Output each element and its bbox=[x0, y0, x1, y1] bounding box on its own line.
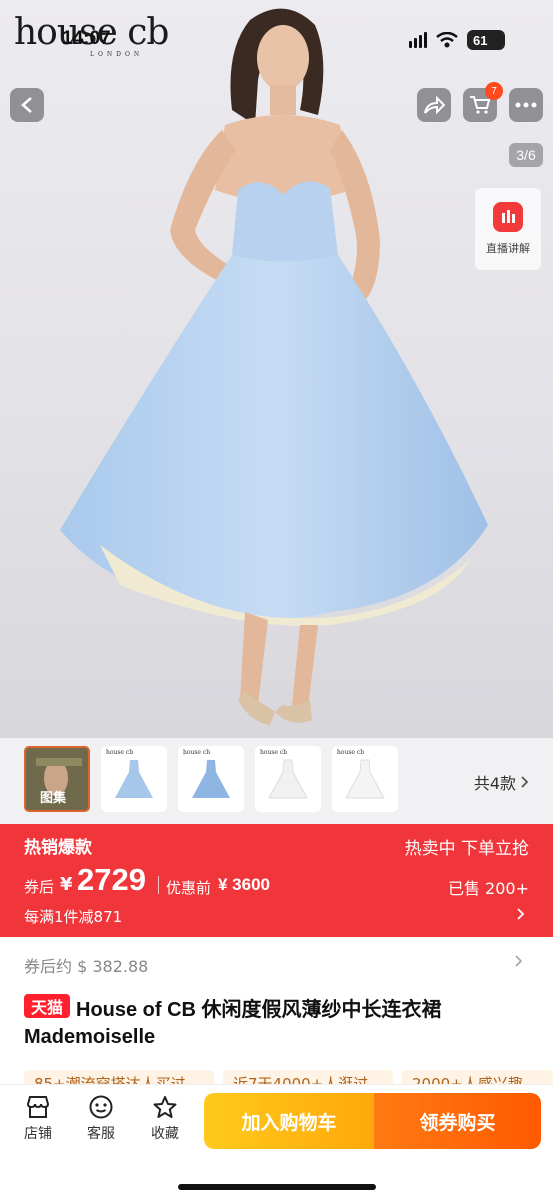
tmall-badge: 天猫 bbox=[24, 994, 70, 1018]
home-indicator[interactable] bbox=[178, 1184, 376, 1190]
thumbnail-variant[interactable]: house cb bbox=[255, 746, 321, 812]
chevron-right-icon bbox=[514, 953, 523, 972]
brand-logo-sub: LONDON bbox=[90, 51, 144, 58]
store-label: 店铺 bbox=[24, 1126, 52, 1142]
thumbnail-gallery-label: 图集 bbox=[40, 791, 67, 806]
chevron-right-icon bbox=[516, 906, 525, 925]
chevron-left-icon bbox=[21, 97, 32, 113]
currency-symbol: ¥ bbox=[60, 874, 73, 895]
service-button[interactable]: 客服 bbox=[76, 1095, 126, 1143]
image-counter: 3/6 bbox=[509, 143, 543, 167]
after-coupon-label: 券后 bbox=[24, 878, 55, 896]
add-to-cart-button[interactable]: 加入购物车 bbox=[204, 1093, 374, 1149]
thumbnail-logo: house cb bbox=[183, 749, 211, 756]
store-icon bbox=[26, 1096, 50, 1118]
thumbnail-logo: house cb bbox=[260, 749, 288, 756]
status-time: 14:07 bbox=[62, 28, 111, 49]
bottom-action-bar: 店铺 客服 收藏 加入购物车 领券购买 bbox=[0, 1084, 553, 1200]
thumbnail-variant[interactable]: house cb bbox=[332, 746, 398, 812]
share-button[interactable] bbox=[417, 88, 451, 122]
before-discount-price: ¥ 3600 bbox=[218, 875, 270, 894]
favorite-label: 收藏 bbox=[151, 1126, 179, 1142]
thumbnail-strip: 图集 house cb house cb house cb house cb bbox=[0, 738, 553, 824]
share-icon bbox=[424, 95, 445, 115]
promo-text: 每满1件减871 bbox=[24, 908, 123, 926]
product-image[interactable]: house cb LONDON 14:07 61 7 3/6 直播讲解 bbox=[0, 0, 553, 738]
product-title-line2: Mademoiselle bbox=[24, 1026, 156, 1048]
cart-button[interactable]: 7 bbox=[463, 82, 503, 122]
more-button[interactable] bbox=[509, 88, 543, 122]
live-icon bbox=[493, 202, 523, 232]
before-discount-label: 优惠前 bbox=[166, 879, 212, 897]
variant-count: 共4款 bbox=[473, 774, 516, 793]
store-button[interactable]: 店铺 bbox=[13, 1095, 63, 1143]
customer-service-icon bbox=[89, 1095, 113, 1119]
live-explain-button[interactable]: 直播讲解 bbox=[475, 188, 541, 270]
thumbnail-logo: house cb bbox=[106, 749, 134, 756]
service-label: 客服 bbox=[87, 1126, 115, 1142]
hot-sale-tagline: 热卖中 下单立抢 bbox=[404, 839, 529, 859]
signal-icon bbox=[409, 32, 427, 48]
product-title: House of CB 休闲度假风薄纱中长连衣裙 bbox=[76, 999, 442, 1021]
status-icons: 61 bbox=[409, 30, 505, 50]
wifi-icon bbox=[436, 32, 458, 48]
coupon-buy-button[interactable]: 领券购买 bbox=[374, 1093, 541, 1149]
coupon-usd-price[interactable]: 券后约 $ 382.88 bbox=[24, 953, 148, 977]
chevron-right-icon bbox=[521, 776, 529, 788]
thumbnail-logo: house cb bbox=[337, 749, 365, 756]
favorite-button[interactable]: 收藏 bbox=[140, 1095, 190, 1143]
divider bbox=[158, 876, 159, 894]
thumbnail-variant[interactable]: house cb bbox=[101, 746, 167, 812]
thumbnail-gallery[interactable]: 图集 bbox=[24, 746, 90, 812]
battery-icon: 61 bbox=[467, 30, 505, 50]
live-label: 直播讲解 bbox=[486, 242, 530, 255]
back-button[interactable] bbox=[10, 88, 44, 122]
thumbnail-variant[interactable]: house cb bbox=[178, 746, 244, 812]
price-banner[interactable]: 热销爆款 热卖中 下单立抢 券后 ¥ 2729 优惠前 ¥ 3600 已售 20… bbox=[0, 824, 553, 937]
star-icon bbox=[153, 1096, 177, 1118]
price-value: 2729 bbox=[77, 862, 146, 897]
variant-count-link[interactable]: 共4款 bbox=[474, 770, 529, 794]
sold-count: 已售 200+ bbox=[447, 879, 529, 898]
more-icon bbox=[515, 102, 537, 108]
cart-badge: 7 bbox=[485, 82, 503, 100]
hot-sale-title: 热销爆款 bbox=[24, 838, 92, 858]
